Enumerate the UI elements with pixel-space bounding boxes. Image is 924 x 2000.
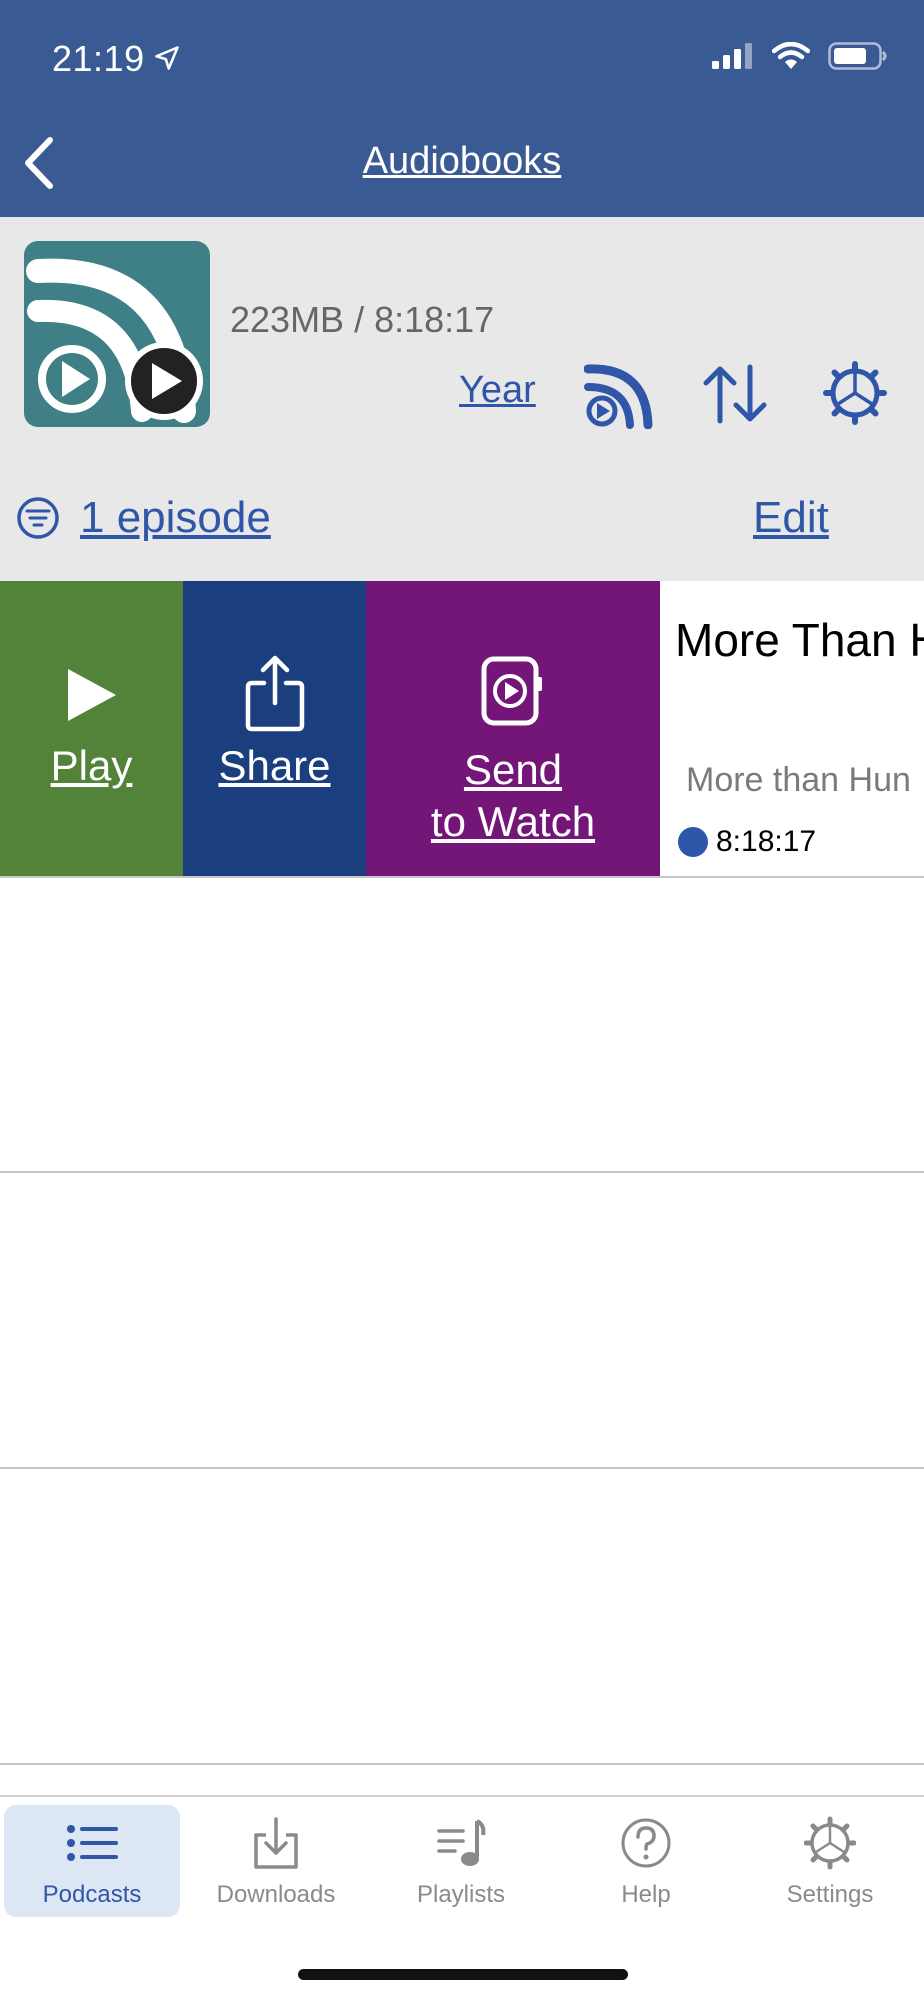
send-to-watch-action-button[interactable]: Send to Watch — [366, 581, 660, 877]
episode-row[interactable]: Play Share Send to Watch More Than H Mor… — [0, 581, 924, 877]
status-icons — [712, 42, 888, 70]
tab-playlists[interactable]: Playlists — [373, 1805, 549, 1917]
tab-label: Downloads — [216, 1881, 336, 1908]
play-action-button[interactable]: Play — [0, 581, 183, 877]
sort-year-button[interactable]: Year — [459, 369, 536, 412]
location-arrow-icon — [155, 46, 179, 70]
watch-icon — [481, 656, 542, 726]
status-time: 21:19 — [52, 38, 145, 79]
tab-label: Settings — [786, 1881, 874, 1908]
page-title[interactable]: Audiobooks — [0, 140, 924, 183]
episode-duration: 8:18:17 — [716, 825, 817, 858]
episode-count-link[interactable]: 1 episode — [80, 493, 271, 543]
podcast-settings-gear-icon[interactable] — [823, 361, 887, 425]
tab-downloads[interactable]: Downloads — [188, 1805, 364, 1917]
row-divider — [0, 1467, 924, 1469]
play-icon — [68, 669, 116, 721]
podcast-artwork[interactable] — [24, 241, 210, 427]
gear-icon — [804, 1816, 856, 1870]
unplayed-indicator — [678, 827, 708, 857]
row-divider — [0, 1171, 924, 1173]
tab-label: Help — [621, 1881, 671, 1908]
tab-podcasts[interactable]: Podcasts — [4, 1805, 180, 1917]
edit-button[interactable]: Edit — [753, 493, 829, 543]
download-icon — [254, 1817, 298, 1869]
help-icon — [621, 1818, 671, 1868]
episode-filter[interactable]: 1 episode — [16, 493, 271, 543]
episode-subtitle: More than Hun — [686, 761, 911, 799]
feed-play-icon[interactable] — [584, 359, 654, 429]
list-icon — [67, 1825, 118, 1861]
podcast-header: 223MB / 8:18:17 Year 1 episode Edit — [0, 217, 924, 581]
size-duration-text: 223MB / 8:18:17 — [230, 299, 495, 340]
tab-settings[interactable]: Settings — [742, 1805, 918, 1917]
share-action-button[interactable]: Share — [183, 581, 366, 877]
tab-label: Playlists — [416, 1881, 506, 1908]
top-bar: 21:19 Audiobooks — [0, 0, 924, 217]
share-icon — [245, 655, 305, 732]
tab-help[interactable]: Help — [558, 1805, 734, 1917]
send-label-line1: Send — [463, 746, 563, 793]
episode-content[interactable]: More Than H More than Hun 8:18:17 — [660, 581, 924, 877]
share-label: Share — [218, 742, 331, 789]
playlist-icon — [437, 1819, 486, 1866]
filter-icon — [17, 497, 59, 539]
sort-order-icon[interactable] — [702, 363, 768, 425]
row-divider — [0, 876, 924, 878]
signal-icon — [712, 43, 752, 69]
tab-label: Podcasts — [42, 1881, 142, 1908]
episode-title: More Than H — [675, 614, 924, 666]
battery-icon — [828, 42, 887, 70]
row-divider — [0, 1763, 924, 1765]
home-indicator — [298, 1969, 628, 1980]
podcast-logo-icon — [26, 258, 203, 423]
wifi-icon — [772, 42, 810, 69]
play-label: Play — [50, 742, 133, 789]
send-label-line2: to Watch — [430, 798, 596, 845]
